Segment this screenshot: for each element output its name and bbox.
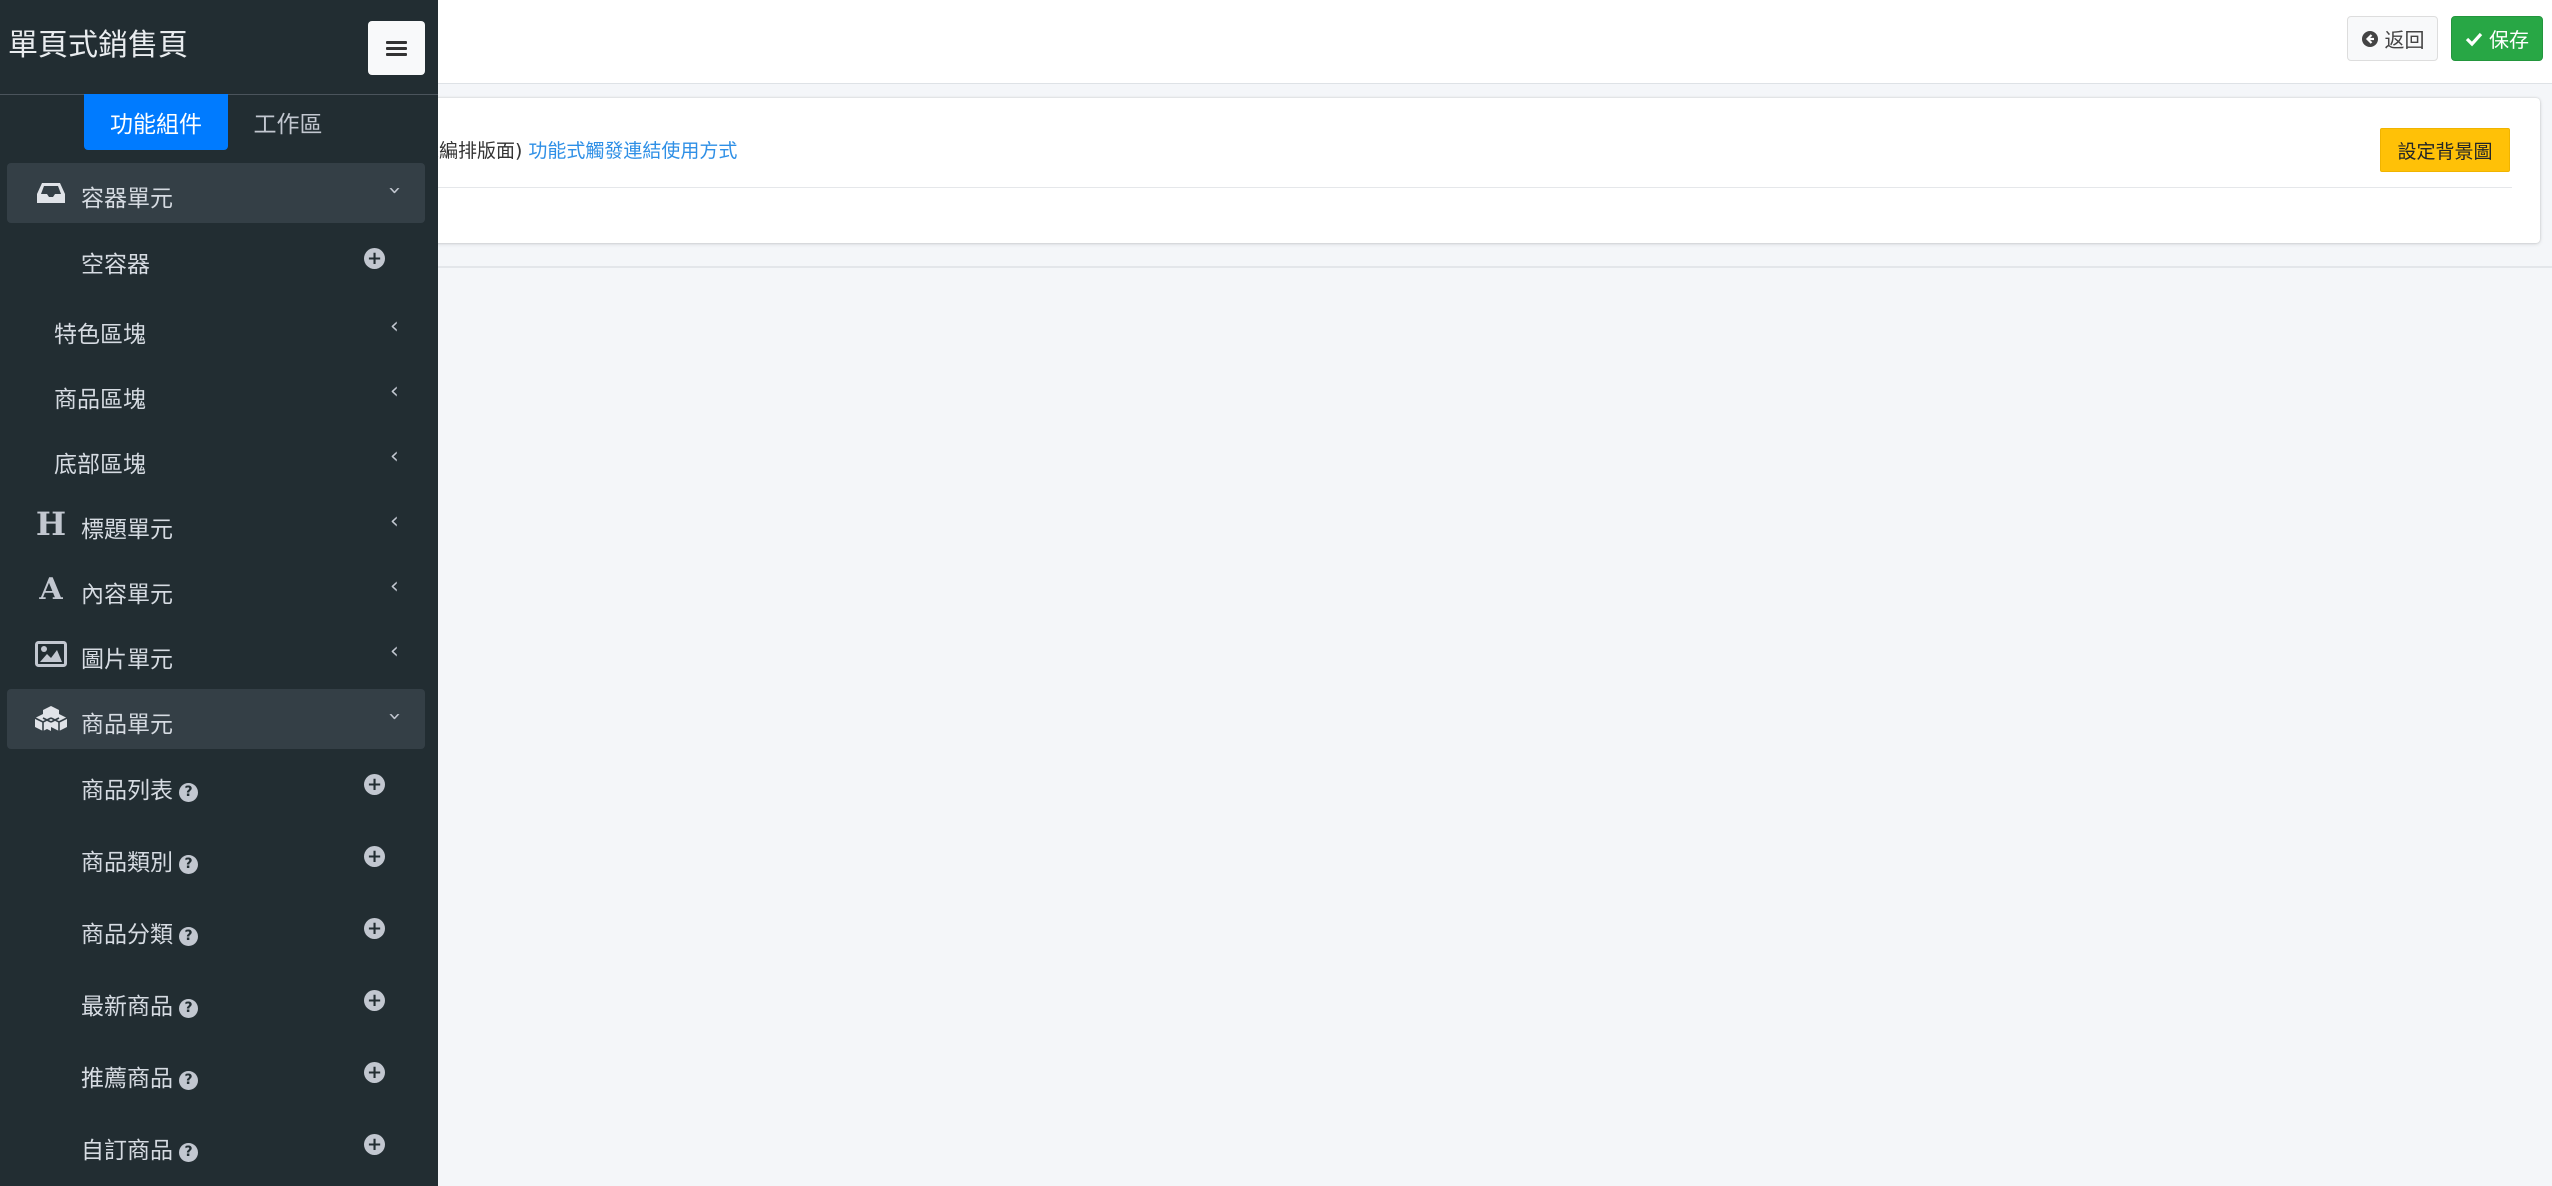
sidebar-item-label: 商品類別? bbox=[81, 843, 198, 877]
plus-circle-icon[interactable]: + bbox=[364, 990, 385, 1011]
sidebar-item-footer-block[interactable]: 底部區塊 ‹ bbox=[7, 429, 425, 489]
sidebar-item-image[interactable]: 圖片單元 ‹ bbox=[7, 624, 425, 684]
sidebar-item-latest-products[interactable]: 最新商品? + bbox=[7, 971, 425, 1031]
tab-workspace[interactable]: 工作區 bbox=[232, 94, 344, 150]
plus-circle-icon[interactable]: + bbox=[364, 774, 385, 795]
content-divider bbox=[420, 266, 2552, 268]
cubes-icon bbox=[33, 703, 69, 735]
hamburger-icon bbox=[386, 38, 407, 59]
chevron-left-icon: ‹ bbox=[390, 509, 399, 534]
plus-circle-icon[interactable]: + bbox=[364, 248, 385, 269]
tab-components[interactable]: 功能組件 bbox=[84, 94, 228, 150]
inbox-icon bbox=[33, 177, 69, 209]
sidebar-item-label: 特色區塊 bbox=[54, 322, 146, 348]
sidebar-item-label: 商品分類? bbox=[81, 915, 198, 949]
question-circle-icon[interactable]: ? bbox=[179, 1143, 198, 1162]
card-divider bbox=[420, 187, 2512, 188]
sidebar-item-label: 標題單元 bbox=[81, 517, 173, 543]
back-button[interactable]: 返回 bbox=[2347, 16, 2438, 61]
sidebar-item-feature-block[interactable]: 特色區塊 ‹ bbox=[7, 299, 425, 359]
sidebar-item-product-category[interactable]: 商品類別? + bbox=[7, 827, 425, 887]
sidebar: 單頁式銷售頁 功能組件 工作區 容器單元 ‹ 空容器 + 特色區塊 ‹ 商品區塊… bbox=[0, 0, 438, 1186]
sidebar-item-product-unit[interactable]: 商品單元 ‹ bbox=[7, 689, 425, 749]
plus-circle-icon[interactable]: + bbox=[364, 846, 385, 867]
chevron-left-icon: ‹ bbox=[390, 574, 399, 599]
sidebar-item-label: 底部區塊 bbox=[54, 452, 146, 478]
arrow-circle-left-icon bbox=[2361, 30, 2378, 47]
sidebar-item-label: 空容器 bbox=[81, 252, 150, 278]
editor-card: 境編排版面) 功能式觸發連結使用方式 設定背景圖 bbox=[420, 98, 2540, 243]
app-title: 單頁式銷售頁 bbox=[8, 28, 188, 63]
plus-circle-icon[interactable]: + bbox=[364, 1134, 385, 1155]
font-icon: A bbox=[39, 571, 63, 607]
sidebar-item-heading[interactable]: H 標題單元 ‹ bbox=[7, 494, 425, 554]
plus-circle-icon[interactable]: + bbox=[364, 1062, 385, 1083]
chevron-left-icon: ‹ bbox=[390, 444, 399, 469]
card-instruction: 境編排版面) 功能式觸發連結使用方式 bbox=[420, 136, 737, 163]
set-background-button[interactable]: 設定背景圖 bbox=[2380, 128, 2510, 172]
chevron-left-icon: ‹ bbox=[390, 314, 399, 339]
sidebar-item-container[interactable]: 容器單元 ‹ bbox=[7, 163, 425, 223]
heading-icon: H bbox=[35, 505, 67, 543]
question-circle-icon[interactable]: ? bbox=[179, 1071, 198, 1090]
save-label: 保存 bbox=[2489, 28, 2529, 52]
sidebar-item-label: 推薦商品? bbox=[81, 1059, 198, 1093]
back-label: 返回 bbox=[2384, 28, 2425, 52]
sidebar-item-label: 商品區塊 bbox=[54, 387, 146, 413]
sidebar-item-label: 圖片單元 bbox=[81, 647, 173, 673]
chevron-left-icon: ‹ bbox=[390, 379, 399, 404]
chevron-left-icon: ‹ bbox=[390, 639, 399, 664]
sidebar-item-product-classification[interactable]: 商品分類? + bbox=[7, 899, 425, 959]
image-icon bbox=[33, 638, 69, 670]
sidebar-item-label: 內容單元 bbox=[81, 582, 173, 608]
check-icon bbox=[2465, 32, 2483, 46]
sidebar-brand: 單頁式銷售頁 bbox=[0, 0, 438, 95]
sidebar-item-label: 商品單元 bbox=[81, 712, 173, 738]
sidebar-item-recommended-products[interactable]: 推薦商品? + bbox=[7, 1043, 425, 1103]
sidebar-item-custom-products[interactable]: 自訂商品? + bbox=[7, 1115, 425, 1175]
question-circle-icon[interactable]: ? bbox=[179, 927, 198, 946]
question-circle-icon[interactable]: ? bbox=[179, 855, 198, 874]
sidebar-item-label: 最新商品? bbox=[81, 987, 198, 1021]
chevron-down-icon: ‹ bbox=[381, 186, 407, 195]
sidebar-item-content[interactable]: A 內容單元 ‹ bbox=[7, 559, 425, 619]
menu-toggle-button[interactable] bbox=[368, 21, 425, 75]
question-circle-icon[interactable]: ? bbox=[179, 999, 198, 1018]
question-circle-icon[interactable]: ? bbox=[179, 783, 198, 802]
trigger-link-help[interactable]: 功能式觸發連結使用方式 bbox=[528, 140, 737, 162]
chevron-down-icon: ‹ bbox=[381, 712, 407, 721]
sidebar-item-empty-container[interactable]: 空容器 + bbox=[7, 229, 425, 289]
sidebar-item-label: 容器單元 bbox=[81, 186, 173, 212]
plus-circle-icon[interactable]: + bbox=[364, 918, 385, 939]
sidebar-item-product-list[interactable]: 商品列表? + bbox=[7, 755, 425, 815]
sidebar-item-product-block[interactable]: 商品區塊 ‹ bbox=[7, 364, 425, 424]
save-button[interactable]: 保存 bbox=[2451, 16, 2543, 61]
sidebar-item-label: 自訂商品? bbox=[81, 1131, 198, 1165]
sidebar-item-label: 商品列表? bbox=[81, 771, 198, 805]
